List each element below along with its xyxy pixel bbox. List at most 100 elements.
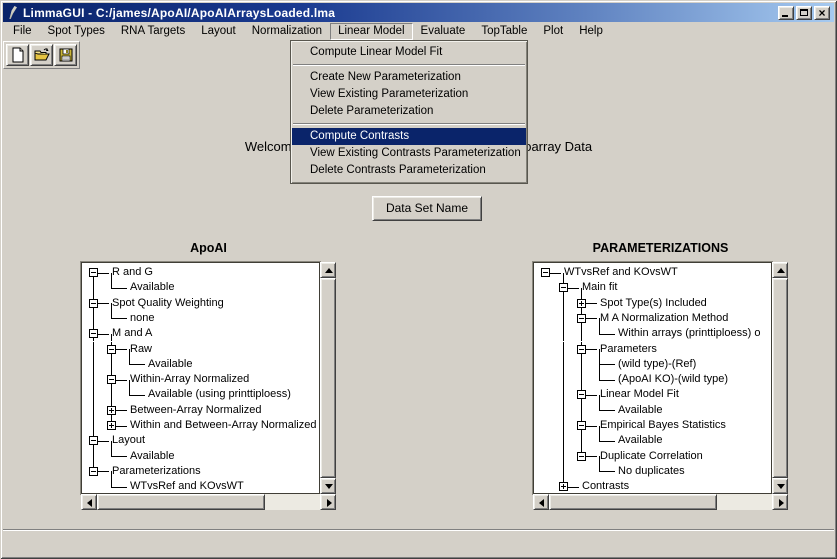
menu-layout[interactable]: Layout	[193, 23, 244, 40]
tree-guide-line	[93, 403, 94, 418]
vertical-scroll-thumb[interactable]	[772, 278, 788, 478]
tree-node-label[interactable]: M and A	[112, 326, 152, 341]
collapse-minus-icon[interactable]	[577, 314, 586, 323]
tree-node-label[interactable]: Raw	[130, 342, 152, 357]
tree-node-label[interactable]: Main fit	[582, 280, 617, 295]
menu-normalization[interactable]: Normalization	[244, 23, 330, 40]
collapse-minus-icon[interactable]	[89, 329, 98, 338]
collapse-minus-icon[interactable]	[89, 467, 98, 476]
tree-node-label[interactable]: Parameters	[600, 342, 657, 357]
new-file-icon	[10, 47, 26, 63]
scroll-left-button[interactable]	[533, 494, 549, 510]
horizontal-scrollbar[interactable]	[533, 494, 788, 510]
new-file-button[interactable]	[6, 44, 29, 66]
scroll-down-button[interactable]	[320, 478, 336, 494]
tree-node-label[interactable]: (wild type)-(Ref)	[618, 357, 696, 372]
tree-row: R and G	[82, 265, 319, 280]
tree-node-label[interactable]: (ApoAI KO)-(wild type)	[618, 372, 728, 387]
tree-node-label[interactable]: Within arrays (printtiploess) o	[618, 326, 760, 341]
menu-item-view-existing-parameterization[interactable]: View Existing Parameterization	[292, 86, 526, 103]
scroll-right-button[interactable]	[320, 494, 336, 510]
vertical-scrollbar[interactable]	[320, 262, 336, 494]
tree-node-label[interactable]: Available	[130, 280, 174, 295]
tree-node-label[interactable]: No duplicates	[618, 464, 685, 479]
menu-help[interactable]: Help	[571, 23, 611, 40]
tree-node-label[interactable]: Spot Quality Weighting	[112, 296, 224, 311]
tree-node-label[interactable]: Empirical Bayes Statistics	[600, 418, 726, 433]
tree-connector	[586, 318, 597, 319]
save-button[interactable]	[54, 44, 77, 66]
tree-row: Linear Model Fit	[534, 387, 771, 402]
collapse-minus-icon[interactable]	[89, 299, 98, 308]
scroll-up-button[interactable]	[320, 262, 336, 278]
tree-node-label[interactable]: Within and Between-Array Normalized	[130, 418, 316, 433]
collapse-minus-icon[interactable]	[89, 436, 98, 445]
tree-node-label[interactable]: none	[130, 311, 154, 326]
collapse-minus-icon[interactable]	[577, 452, 586, 461]
tree-node-label[interactable]: Available	[618, 403, 662, 418]
scroll-left-button[interactable]	[81, 494, 97, 510]
menu-item-delete-parameterization[interactable]: Delete Parameterization	[292, 103, 526, 120]
menu-item-compute-linear-model-fit[interactable]: Compute Linear Model Fit	[292, 44, 526, 61]
data-set-name-button[interactable]: Data Set Name	[372, 196, 482, 221]
menu-spot-types[interactable]: Spot Types	[40, 23, 113, 40]
horizontal-scroll-thumb[interactable]	[97, 494, 265, 510]
vertical-scroll-thumb[interactable]	[320, 278, 336, 478]
close-button[interactable]: ×	[814, 6, 830, 20]
collapse-minus-icon[interactable]	[541, 268, 550, 277]
tree-node-label[interactable]: M A Normalization Method	[600, 311, 728, 326]
tree-node-label[interactable]: Available	[618, 433, 662, 448]
tree-node-label[interactable]: Available	[148, 357, 192, 372]
collapse-minus-icon[interactable]	[577, 421, 586, 430]
maximize-button[interactable]	[796, 6, 812, 20]
tree-guide-line	[111, 387, 112, 402]
tree-node-label[interactable]: Contrasts	[582, 479, 629, 494]
tree-node-label[interactable]: WTvsRef and KOvsWT	[130, 479, 244, 494]
collapse-minus-icon[interactable]	[107, 345, 116, 354]
tree-node-label[interactable]: Duplicate Correlation	[600, 449, 703, 464]
collapse-minus-icon[interactable]	[559, 283, 568, 292]
menu-file[interactable]: File	[5, 23, 40, 40]
tree-node-label[interactable]: Parameterizations	[112, 464, 201, 479]
tree-node-label[interactable]: Available (using printtiploess)	[148, 387, 291, 402]
menu-linear-model[interactable]: Linear Model	[330, 23, 412, 40]
scroll-down-button[interactable]	[772, 478, 788, 494]
collapse-minus-icon[interactable]	[107, 375, 116, 384]
menu-item-create-new-parameterization[interactable]: Create New Parameterization	[292, 69, 526, 86]
menu-item-delete-contrasts-parameterization[interactable]: Delete Contrasts Parameterization	[292, 162, 526, 179]
menu-item-compute-contrasts[interactable]: Compute Contrasts	[292, 128, 526, 145]
menu-evaluate[interactable]: Evaluate	[413, 23, 474, 40]
tree-connector	[111, 487, 127, 488]
collapse-minus-icon[interactable]	[577, 390, 586, 399]
minimize-button[interactable]	[778, 6, 794, 20]
tree-node-label[interactable]: Linear Model Fit	[600, 387, 679, 402]
tree-node-label[interactable]: Between-Array Normalized	[130, 403, 261, 418]
tree-node-label[interactable]: Available	[130, 449, 174, 464]
horizontal-scrollbar[interactable]	[81, 494, 336, 510]
tree-row: Available	[534, 403, 771, 418]
expand-plus-icon[interactable]	[577, 299, 586, 308]
expand-plus-icon[interactable]	[559, 482, 568, 491]
tree-node-label[interactable]: Within-Array Normalized	[130, 372, 249, 387]
expand-plus-icon[interactable]	[107, 421, 116, 430]
menu-rna-targets[interactable]: RNA Targets	[113, 23, 193, 40]
tree-node-label[interactable]: R and G	[112, 265, 153, 280]
tree-node-label[interactable]: Layout	[112, 433, 145, 448]
menu-item-view-existing-contrasts-parameterization[interactable]: View Existing Contrasts Parameterization	[292, 145, 526, 162]
tree-guide-line	[563, 372, 564, 387]
collapse-minus-icon[interactable]	[577, 345, 586, 354]
open-file-button[interactable]	[30, 44, 53, 66]
menu-toptable[interactable]: TopTable	[473, 23, 535, 40]
scroll-right-button[interactable]	[772, 494, 788, 510]
minimize-icon	[782, 15, 788, 17]
tree-node-label[interactable]: Spot Type(s) Included	[600, 296, 707, 311]
expand-plus-icon[interactable]	[107, 406, 116, 415]
horizontal-scroll-thumb[interactable]	[549, 494, 717, 510]
scroll-up-button[interactable]	[772, 262, 788, 278]
scroll-down-icon	[777, 484, 785, 489]
collapse-minus-icon[interactable]	[89, 268, 98, 277]
tree-node-label[interactable]: WTvsRef and KOvsWT	[564, 265, 678, 280]
feather-app-icon	[6, 6, 19, 19]
vertical-scrollbar[interactable]	[772, 262, 788, 494]
menu-plot[interactable]: Plot	[535, 23, 571, 40]
